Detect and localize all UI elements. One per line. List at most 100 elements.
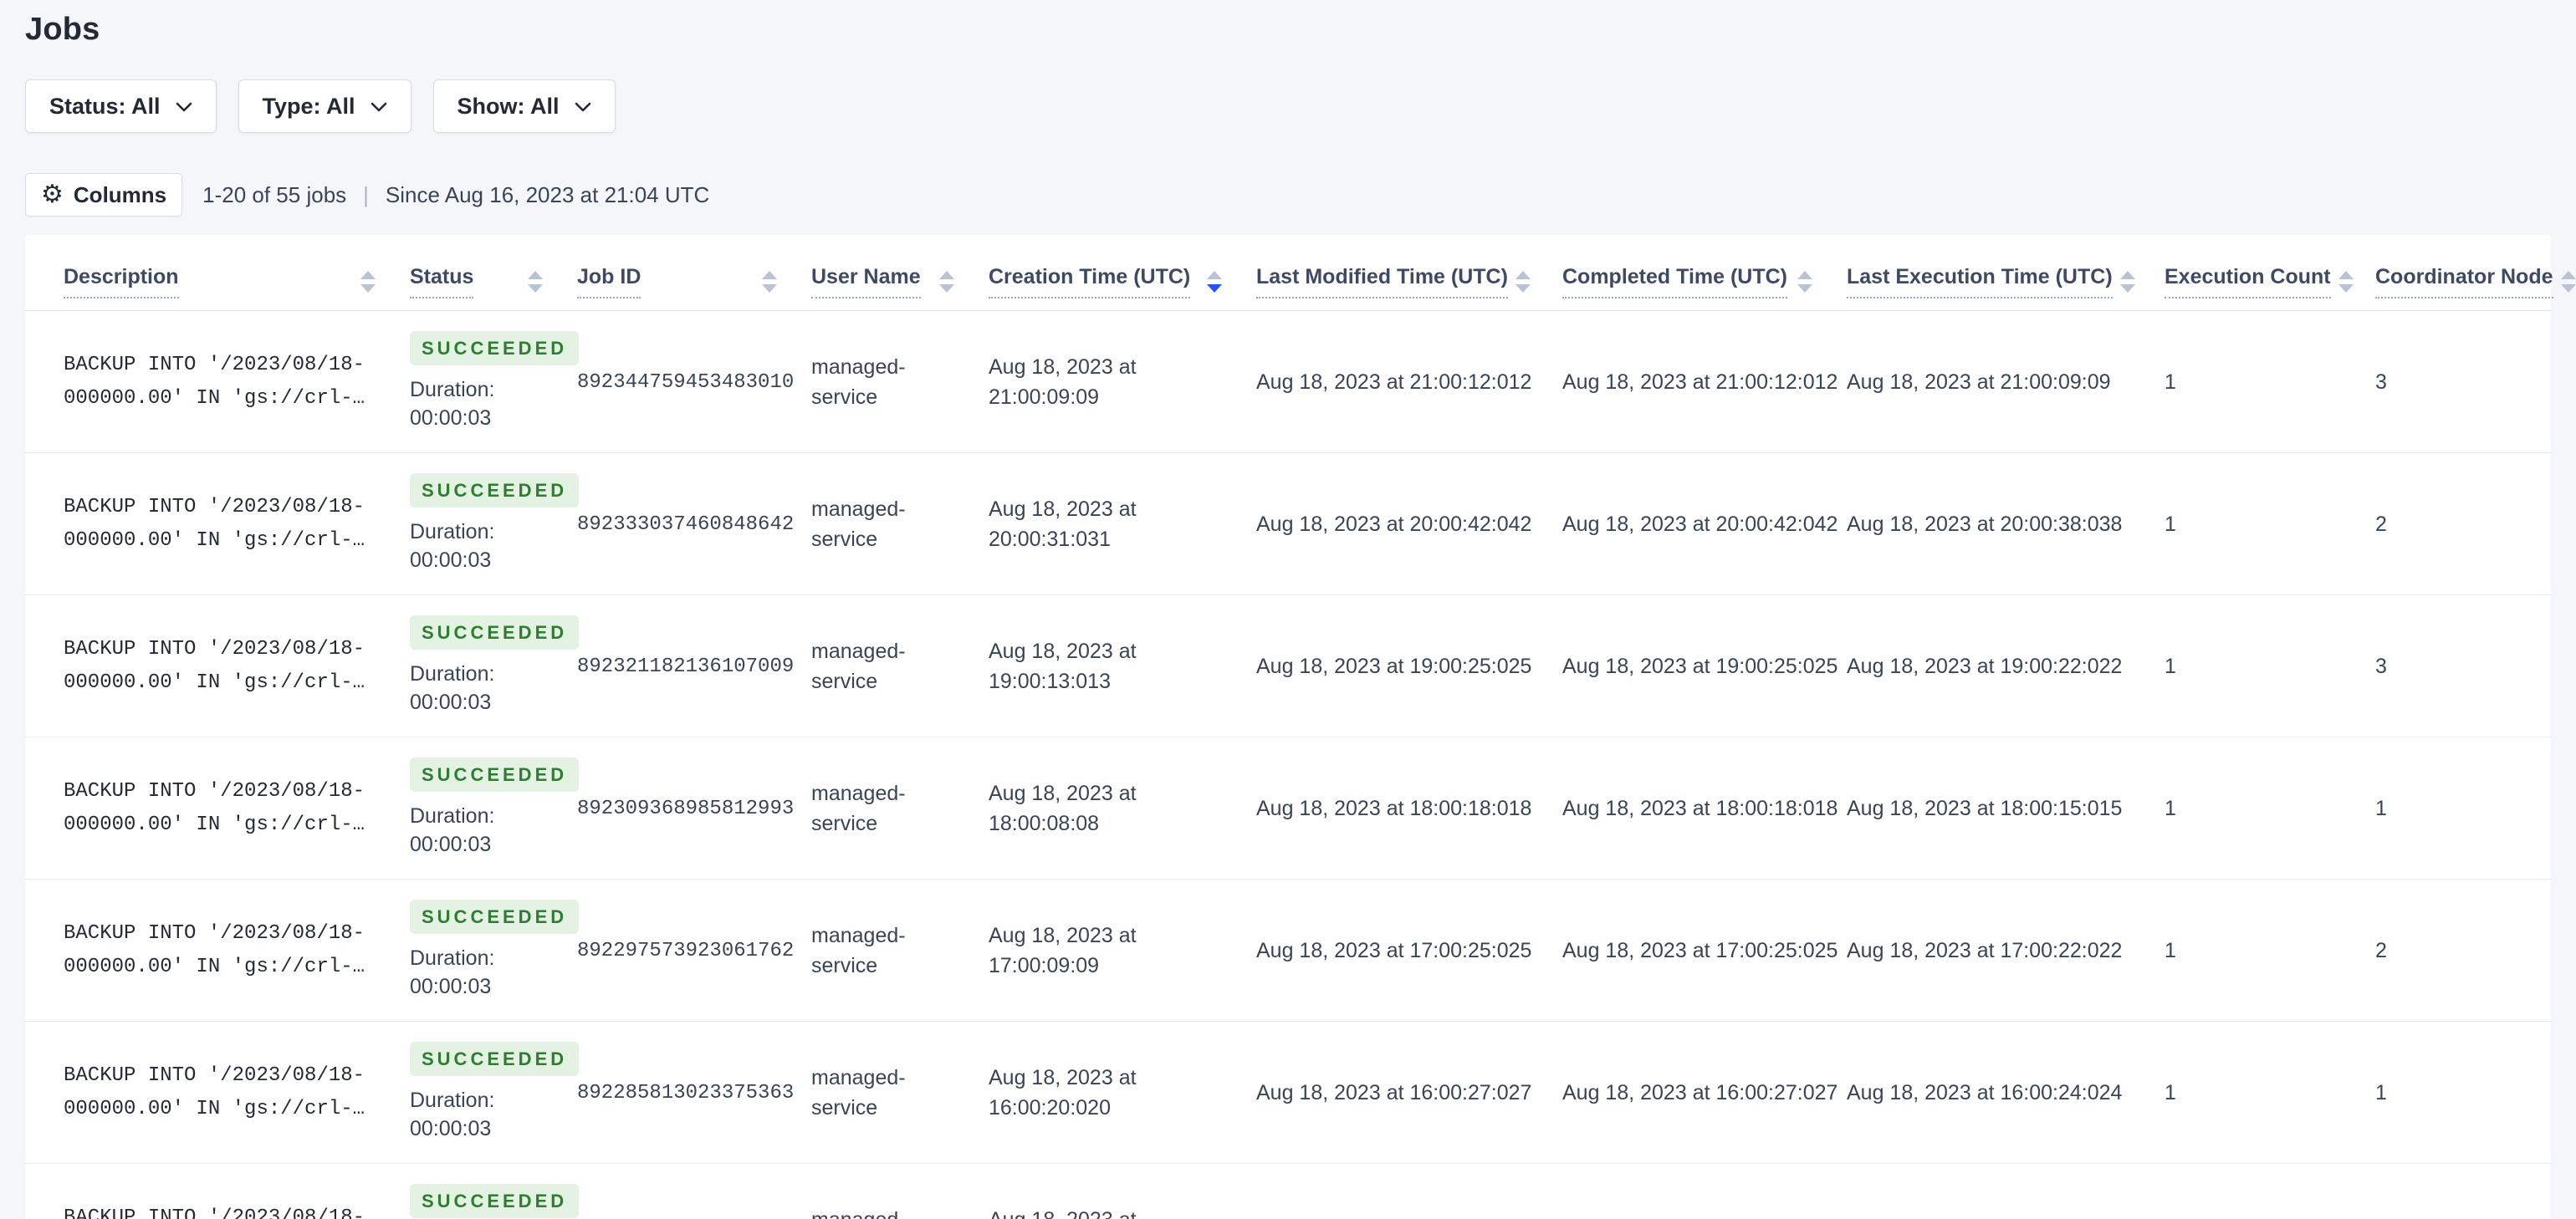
column-header-label: Completed Time (UTC) — [1562, 265, 1787, 298]
sort-desc-icon[interactable] — [1206, 270, 1223, 293]
column-header-execution-count[interactable]: Execution Count — [2165, 235, 2375, 311]
last-execution-time-cell: Aug 18, 2023 at 15:00:05:05 — [1847, 1163, 2165, 1219]
last-modified-time-cell: Aug 18, 2023 at 16:00:27:027 — [1256, 1021, 1562, 1164]
coordinator-node-cell: 3 — [2375, 370, 2387, 394]
job-id-cell: 892309368985812993 — [577, 737, 811, 880]
column-header-label: Execution Count — [2165, 265, 2331, 298]
duration-label: Duration: — [410, 804, 495, 828]
columns-button[interactable]: ⚙ Columns — [25, 173, 183, 217]
last-modified-time-cell: Aug 18, 2023 at 19:00:25:025 — [1256, 594, 1562, 737]
job-description-link[interactable]: BACKUP INTO '/2023/08/18- 000000.00' IN … — [64, 1059, 376, 1126]
status-cell: SUCCEEDED Duration: 00:00:03 — [410, 594, 580, 737]
status-badge: SUCCEEDED — [410, 1042, 580, 1076]
execution-count-cell: 1 — [2165, 594, 2375, 737]
column-header-coordinator-node[interactable]: Coordinator Node — [2375, 235, 2576, 311]
status-cell: SUCCEEDED Duration: 00:00:03 — [410, 452, 580, 595]
show-filter-dropdown[interactable]: Show: All — [432, 79, 616, 133]
sort-icon[interactable] — [2338, 270, 2354, 293]
job-description-link[interactable]: BACKUP INTO '/2023/08/18- 000000.00' IN … — [64, 349, 376, 416]
column-header-description[interactable]: Description — [25, 235, 410, 311]
sort-icon[interactable] — [2560, 270, 2576, 293]
completed-time-cell: Aug 18, 2023 at 15:00:08:08 — [1562, 1163, 1847, 1219]
column-header-label: User Name — [811, 265, 921, 298]
status-badge: SUCCEEDED — [410, 900, 580, 934]
filter-bar: Status: All Type: All Show: All — [25, 79, 2551, 133]
duration-value: 00:00:03 — [410, 1117, 492, 1140]
job-id-value: 892344759453483010 — [577, 371, 795, 394]
execution-count-cell: 1 — [2165, 1163, 2375, 1219]
job-description-link[interactable]: BACKUP INTO '/2023/08/18- 000000.00' IN … — [64, 633, 376, 700]
user-name-cell: managed-service — [811, 1163, 989, 1219]
last-execution-time-cell: Aug 18, 2023 at 17:00:22:022 — [1847, 879, 2165, 1022]
status-cell: SUCCEEDED Duration: 00:00:03 — [410, 311, 580, 453]
sort-icon[interactable] — [2119, 270, 2136, 293]
column-header-completed-time[interactable]: Completed Time (UTC) — [1562, 235, 1847, 311]
last-modified-time-cell: Aug 18, 2023 at 17:00:25:025 — [1256, 879, 1562, 1022]
column-header-label: Coordinator Node — [2375, 265, 2553, 298]
coordinator-node-cell: 3 — [2375, 1163, 2551, 1219]
creation-time-cell: Aug 18, 2023 at 20:00:31:031 — [989, 452, 1256, 595]
duration-label: Duration: — [410, 520, 495, 543]
job-description-link[interactable]: BACKUP INTO '/2023/08/18- 000000.00' IN … — [64, 775, 376, 842]
column-header-label: Last Modified Time (UTC) — [1256, 265, 1508, 298]
creation-time-cell: Aug 18, 2023 at 17:00:09:09 — [989, 879, 1256, 1022]
chevron-down-icon — [371, 102, 386, 112]
table-row: BACKUP INTO '/2023/08/18- 000000.00' IN … — [25, 594, 2551, 737]
creation-time-cell: Aug 18, 2023 at 19:00:13:013 — [989, 594, 1256, 737]
duration-value: 00:00:03 — [410, 975, 492, 998]
status-cell: SUCCEEDED Duration: 00:00:03 — [410, 1021, 580, 1164]
last-modified-time-cell: Aug 18, 2023 at 15:00:08:08 — [1256, 1163, 1562, 1219]
column-header-job-id[interactable]: Job ID — [577, 235, 811, 311]
status-badge: SUCCEEDED — [410, 757, 580, 792]
last-modified-time-cell: Aug 18, 2023 at 18:00:18:018 — [1256, 737, 1562, 880]
sort-icon[interactable] — [761, 270, 778, 293]
last-modified-time-cell: Aug 18, 2023 at 21:00:12:012 — [1256, 370, 1532, 394]
execution-count-cell: 1 — [2165, 452, 2375, 595]
column-header-status[interactable]: Status — [410, 235, 577, 311]
job-id-cell: 892321182136107009 — [577, 594, 811, 737]
user-name-cell: managed-service — [811, 1021, 989, 1164]
column-header-label: Job ID — [577, 265, 641, 298]
description-cell: BACKUP INTO '/2023/08/18- 000000.00' IN … — [25, 1021, 410, 1164]
sort-icon[interactable] — [527, 270, 544, 293]
user-name-cell: managed-service — [811, 594, 989, 737]
results-summary: 1-20 of 55 jobs | Since Aug 16, 2023 at … — [202, 182, 709, 208]
show-filter-label: Show: All — [457, 93, 560, 119]
last-execution-time-cell: Aug 18, 2023 at 19:00:22:022 — [1847, 594, 2165, 737]
table-row: BACKUP INTO '/2023/08/18- 000000.00' IN … — [25, 1163, 2551, 1219]
table-toolbar: ⚙ Columns 1-20 of 55 jobs | Since Aug 16… — [25, 173, 2551, 217]
completed-time-cell: Aug 18, 2023 at 21:00:12:012 — [1562, 370, 1838, 394]
status-cell: SUCCEEDED Duration: 00:00:03 — [410, 737, 580, 880]
status-filter-dropdown[interactable]: Status: All — [25, 79, 217, 133]
completed-time-cell: Aug 18, 2023 at 17:00:25:025 — [1562, 879, 1847, 1022]
column-header-creation-time[interactable]: Creation Time (UTC) — [989, 235, 1256, 311]
user-name-cell: managed-service — [811, 452, 989, 595]
description-cell: BACKUP INTO '/2023/08/18- 000000.00' IN … — [25, 452, 410, 595]
job-description-link[interactable]: BACKUP INTO '/2023/08/18- 000000.00' IN … — [64, 1201, 376, 1219]
sort-icon[interactable] — [360, 270, 376, 293]
column-header-last-execution-time[interactable]: Last Execution Time (UTC) — [1847, 235, 2165, 311]
chevron-down-icon — [176, 102, 192, 112]
last-execution-time-cell: Aug 18, 2023 at 21:00:09:09 — [1847, 370, 2111, 394]
column-header-label: Description — [64, 265, 179, 298]
column-header-label: Creation Time (UTC) — [989, 265, 1191, 298]
column-header-user-name[interactable]: User Name — [811, 235, 989, 311]
completed-time-cell: Aug 18, 2023 at 18:00:18:018 — [1562, 737, 1847, 880]
type-filter-label: Type: All — [262, 93, 355, 119]
execution-count-cell: 1 — [2165, 737, 2375, 880]
job-description-link[interactable]: BACKUP INTO '/2023/08/18- 000000.00' IN … — [64, 491, 376, 558]
creation-time-cell: Aug 18, 2023 at 16:00:20:020 — [989, 1021, 1256, 1164]
gear-icon: ⚙ — [41, 181, 64, 208]
sort-icon[interactable] — [938, 270, 955, 293]
column-header-last-modified-time[interactable]: Last Modified Time (UTC) — [1256, 235, 1562, 311]
creation-time-cell: Aug 18, 2023 at 18:00:08:08 — [989, 737, 1256, 880]
job-description-link[interactable]: BACKUP INTO '/2023/08/18- 000000.00' IN … — [64, 917, 376, 984]
jobs-table-card: Description Status Job ID User Name Crea… — [25, 235, 2576, 1219]
status-filter-label: Status: All — [49, 93, 161, 119]
column-header-label: Last Execution Time (UTC) — [1847, 265, 2113, 298]
sort-icon[interactable] — [1797, 270, 1813, 293]
type-filter-dropdown[interactable]: Type: All — [238, 79, 411, 133]
job-id-cell: 892344759453483010 — [577, 311, 811, 453]
status-badge: SUCCEEDED — [410, 1184, 580, 1218]
sort-icon[interactable] — [1515, 270, 1531, 293]
